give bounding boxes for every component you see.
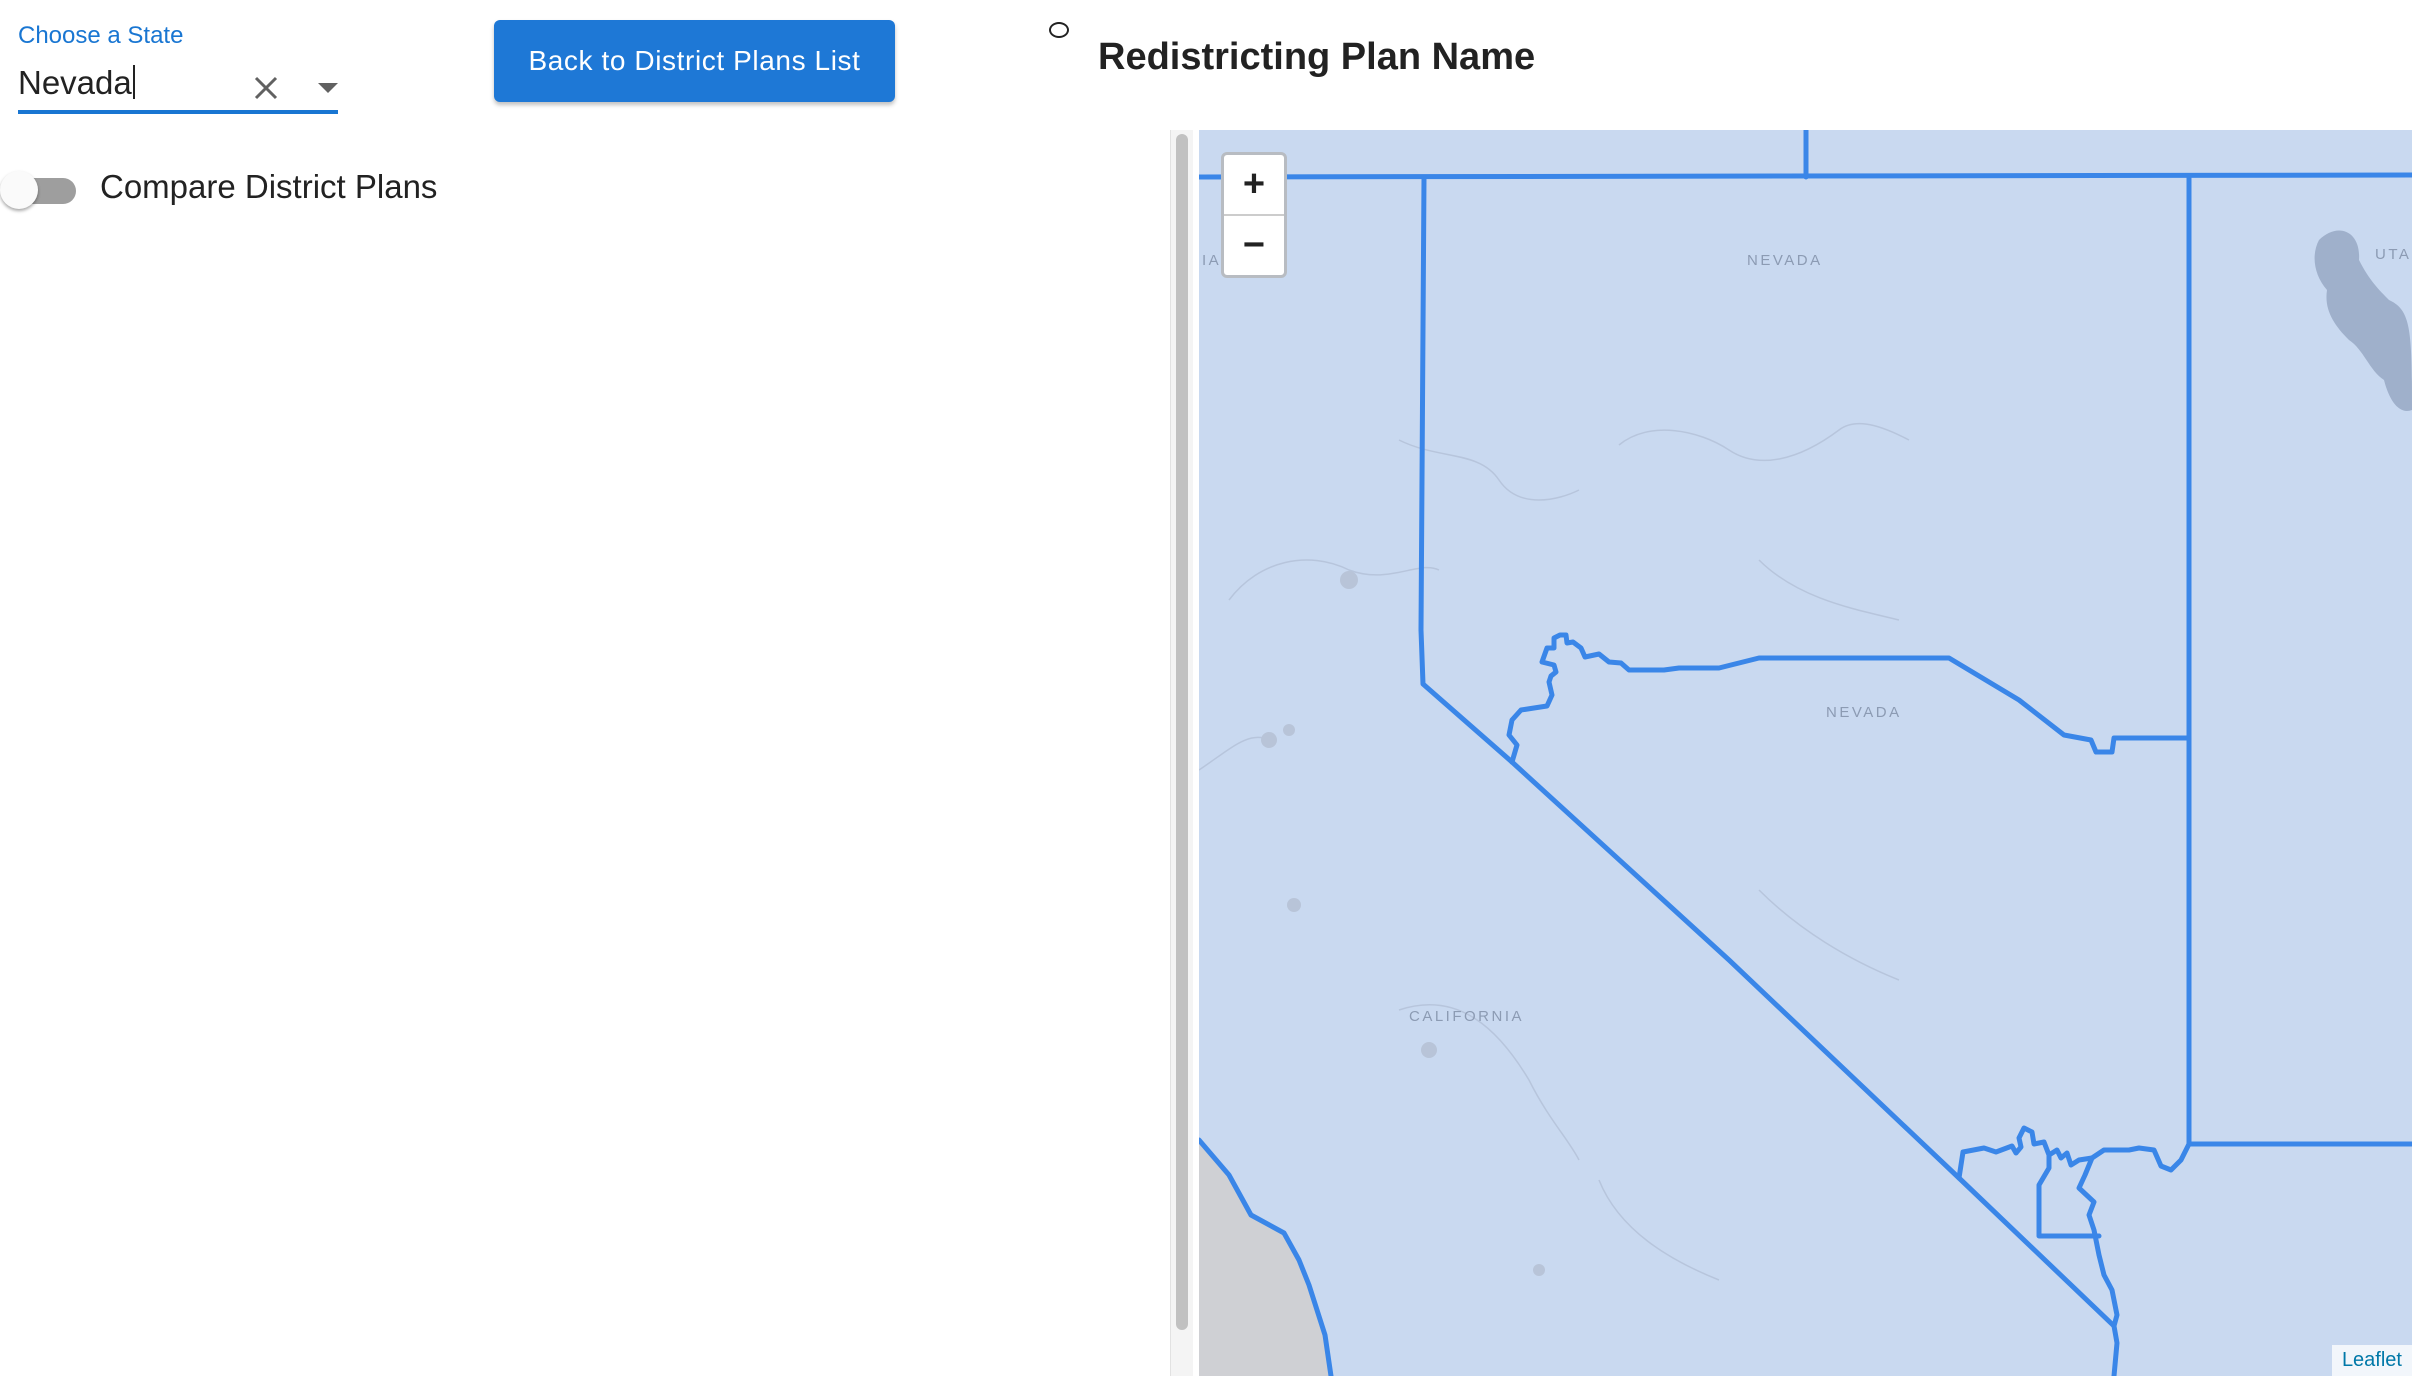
state-select[interactable]: Choose a State Nevada [18,20,338,114]
state-select-label: Choose a State [18,22,184,49]
map-label-utah: UTAH [2375,246,2412,263]
zoom-out-button[interactable]: − [1224,214,1284,275]
toggle-thumb [0,171,38,209]
map-tiles [1199,130,2412,1376]
radio-icon[interactable] [1049,22,1069,38]
zoom-control: + − [1221,152,1287,278]
scrollbar-thumb[interactable] [1176,134,1188,1330]
state-select-underline [18,110,338,114]
zoom-in-button[interactable]: + [1224,155,1284,214]
text-cursor [132,65,135,99]
map-label-nevada-north: NEVADA [1747,252,1823,269]
dropdown-arrow-icon[interactable] [306,66,350,110]
back-to-plans-button[interactable]: Back to District Plans List [494,20,895,102]
state-select-input[interactable]: Nevada [18,64,135,102]
page-title: Redistricting Plan Name [1098,36,1536,78]
scrollbar[interactable] [1170,130,1193,1376]
compare-toggle[interactable] [0,170,80,210]
compare-toggle-label: Compare District Plans [100,168,438,205]
state-select-value: Nevada [18,64,132,101]
map-label-california: CALIFORNIA [1409,1008,1525,1025]
map-label-nevada-south: NEVADA [1826,704,1902,721]
clear-icon[interactable] [244,66,288,110]
map-attribution-link[interactable]: Leaflet [2331,1345,2412,1376]
map-label-left-edge: IA [1202,252,1222,269]
district-map[interactable]: NEVADA NEVADA CALIFORNIA UTAH IA + − Lea… [1199,130,2412,1376]
